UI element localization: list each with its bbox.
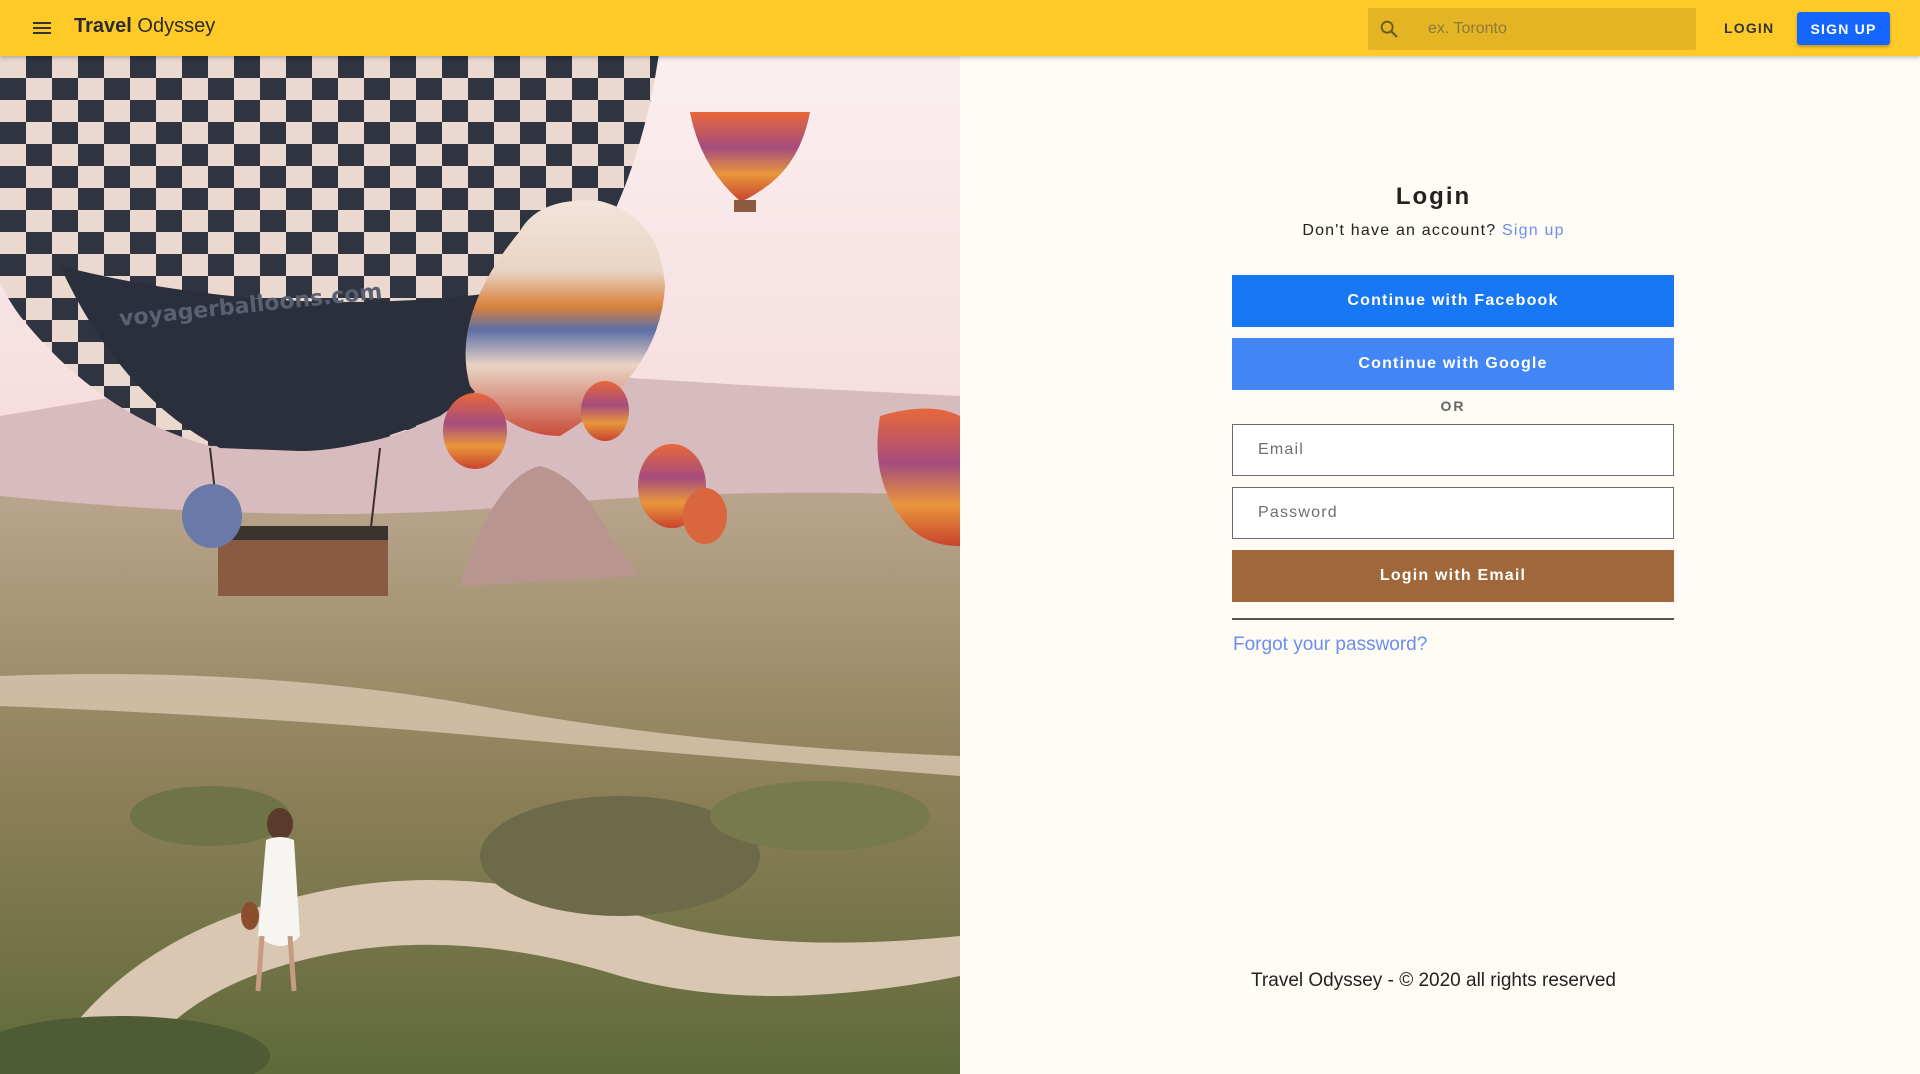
password-field[interactable]: [1232, 487, 1674, 539]
signup-link[interactable]: Sign up: [1502, 222, 1565, 239]
hero-image: voyagerballoons.com: [0, 56, 960, 1074]
search-box[interactable]: [1368, 8, 1696, 50]
login-title: Login: [1395, 183, 1472, 210]
or-divider-label: OR: [1440, 398, 1466, 414]
signup-button[interactable]: SIGN UP: [1797, 12, 1890, 45]
form-divider: [1232, 618, 1674, 620]
email-input[interactable]: [1233, 425, 1673, 475]
facebook-login-button[interactable]: Continue with Facebook: [1232, 275, 1674, 327]
brand-logo[interactable]: Travel Odyssey: [74, 15, 215, 38]
search-icon: [1378, 18, 1400, 40]
brand-rest: Odyssey: [131, 15, 216, 37]
search-input[interactable]: [1428, 8, 1688, 50]
no-account-text: Don't have an account?: [1302, 222, 1497, 239]
google-login-button[interactable]: Continue with Google: [1232, 338, 1674, 390]
login-button[interactable]: LOGIN: [1714, 12, 1784, 44]
login-panel: Login Don't have an account? Sign up Con…: [960, 56, 1920, 1074]
email-field[interactable]: [1232, 424, 1674, 476]
signup-prompt: Don't have an account? Sign up: [960, 222, 1907, 240]
brand-bold: Travel: [74, 15, 132, 37]
hamburger-menu-icon[interactable]: [30, 16, 54, 40]
password-input[interactable]: [1233, 488, 1673, 538]
forgot-password-link[interactable]: Forgot your password?: [1233, 634, 1427, 656]
top-app-bar: Travel Odyssey LOGIN SIGN UP: [0, 0, 1920, 56]
email-login-button[interactable]: Login with Email: [1232, 550, 1674, 602]
copyright-footer: Travel Odyssey - © 2020 all rights reser…: [1251, 970, 1616, 991]
